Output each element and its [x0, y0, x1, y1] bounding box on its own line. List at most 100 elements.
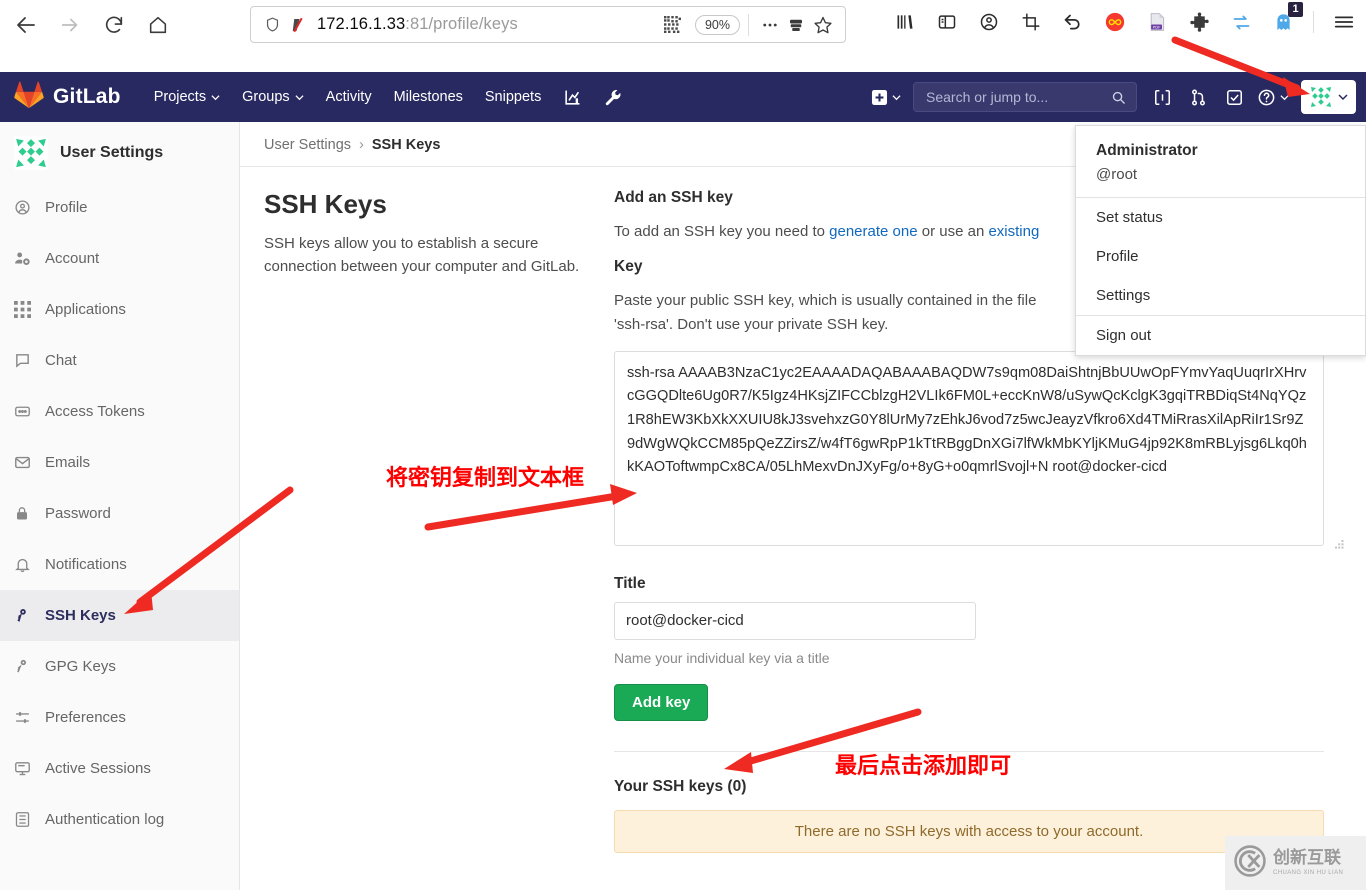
dropdown-sign-out[interactable]: Sign out	[1076, 316, 1365, 355]
nav-milestones[interactable]: Milestones	[383, 83, 474, 111]
issues-icon[interactable]	[1145, 80, 1179, 114]
infinity-icon[interactable]	[1095, 2, 1135, 42]
forward-arrow-icon[interactable]	[50, 5, 90, 45]
pdf-icon[interactable]: PDF	[1137, 2, 1177, 42]
sidebar-item-label: Authentication log	[45, 811, 165, 828]
library-icon[interactable]	[885, 2, 925, 42]
account-gear-icon	[13, 250, 31, 267]
user-dropdown-menu: Administrator @root Set status Profile S…	[1075, 125, 1366, 356]
star-icon[interactable]	[809, 11, 837, 39]
chevron-down-icon	[295, 94, 304, 100]
breadcrumb-parent[interactable]: User Settings	[264, 137, 351, 153]
undo-icon[interactable]	[1053, 2, 1093, 42]
todos-check-icon[interactable]	[1217, 80, 1251, 114]
sidebar-header[interactable]: User Settings	[0, 122, 239, 182]
sidebar-item-profile[interactable]: Profile	[0, 182, 239, 233]
puzzle-icon[interactable]	[1179, 2, 1219, 42]
breadcrumb-separator-icon: ›	[359, 137, 364, 153]
textarea-resize-grip[interactable]	[1335, 537, 1345, 549]
user-identicon-avatar	[1309, 85, 1333, 109]
reload-icon[interactable]	[94, 5, 134, 45]
dropdown-set-status[interactable]: Set status	[1076, 198, 1365, 237]
create-new-button[interactable]	[866, 88, 905, 107]
annotation-copy-key-to-textbox: 将密钥复制到文本框	[386, 466, 585, 491]
sidebar-item-label: Preferences	[45, 709, 126, 726]
dropdown-settings[interactable]: Settings	[1076, 276, 1365, 315]
watermark-text: 创新互联 CHUANG XIN HU LIAN	[1273, 850, 1343, 877]
dropdown-profile[interactable]: Profile	[1076, 237, 1365, 276]
ghost-icon[interactable]: 1	[1263, 2, 1303, 42]
back-arrow-icon[interactable]	[6, 5, 46, 45]
nav-groups[interactable]: Groups	[231, 83, 315, 111]
sidebar-item-preferences[interactable]: Preferences	[0, 692, 239, 743]
wrench-icon[interactable]	[593, 82, 634, 113]
home-icon[interactable]	[138, 5, 178, 45]
chevron-down-icon	[1338, 94, 1348, 101]
sidebar-item-emails[interactable]: Emails	[0, 437, 239, 488]
browser-toolbar-right: PDF 1	[885, 2, 1364, 42]
sidebar-item-access-tokens[interactable]: Access Tokens	[0, 386, 239, 437]
chevron-down-icon	[1280, 94, 1289, 100]
gitlab-navbar: GitLab Projects Groups Activity Mileston…	[0, 72, 1366, 122]
analytics-chart-icon[interactable]	[552, 82, 593, 113]
sidebar-item-notifications[interactable]: Notifications	[0, 539, 239, 590]
sidebar-item-authentication-log[interactable]: Authentication log	[0, 794, 239, 845]
sidebar-item-label: Account	[45, 250, 100, 267]
merge-request-icon[interactable]	[1181, 80, 1215, 114]
key-icon	[13, 607, 31, 624]
account-icon[interactable]	[969, 2, 1009, 42]
page-description: SSH keys allow you to establish a secure…	[264, 235, 580, 276]
user-circle-icon	[13, 199, 31, 216]
magnifier-icon	[1112, 91, 1125, 104]
sidebar-item-label: Access Tokens	[45, 403, 145, 420]
zoom-level-badge[interactable]: 90%	[694, 14, 740, 35]
nav-snippets[interactable]: Snippets	[474, 83, 552, 111]
ellipsis-icon[interactable]	[757, 12, 783, 38]
ghost-icon-badge: 1	[1288, 2, 1303, 17]
sidebar-item-label: Applications	[45, 301, 126, 318]
sidebar-icon[interactable]	[927, 2, 967, 42]
url-path: :81/profile/keys	[405, 15, 518, 33]
title-help-text: Name your individual key via a title	[614, 649, 830, 666]
breadcrumb-current: SSH Keys	[371, 137, 441, 153]
sidebar-item-label: SSH Keys	[45, 607, 116, 624]
sidebar-item-gpg-keys[interactable]: GPG Keys	[0, 641, 239, 692]
add-key-button[interactable]: Add key	[614, 683, 709, 721]
svg-text:PDF: PDF	[1153, 24, 1160, 29]
sidebar-item-password[interactable]: Password	[0, 488, 239, 539]
hamburger-menu-icon[interactable]	[1324, 2, 1364, 42]
sidebar-item-active-sessions[interactable]: Active Sessions	[0, 743, 239, 794]
sidebar-item-chat[interactable]: Chat	[0, 335, 239, 386]
ssh-key-textarea[interactable]	[614, 350, 1324, 546]
gitlab-main-menu: Projects Groups Activity Milestones Snip…	[143, 82, 635, 113]
gitlab-home-link[interactable]: GitLab	[0, 81, 121, 114]
nav-activity[interactable]: Activity	[315, 83, 383, 111]
chat-bubble-icon	[13, 352, 31, 369]
save-to-device-icon[interactable]	[783, 12, 809, 38]
help-button[interactable]	[1253, 80, 1293, 114]
nav-projects[interactable]: Projects	[143, 83, 231, 111]
sidebar-item-ssh-keys[interactable]: SSH Keys	[0, 590, 239, 641]
sliders-icon	[13, 709, 31, 726]
dropdown-user-handle: @root	[1096, 166, 1138, 183]
search-input[interactable]	[924, 88, 1111, 106]
existing-link[interactable]: existing	[988, 223, 1039, 240]
toolbar-divider	[1313, 11, 1314, 33]
sidebar-item-applications[interactable]: Applications	[0, 284, 239, 335]
intro-mid: or use an	[917, 223, 989, 240]
sidebar-item-account[interactable]: Account	[0, 233, 239, 284]
url-bar[interactable]: 172.16.1.33:81/profile/keys 90%	[250, 6, 846, 43]
qr-code-icon[interactable]	[659, 11, 687, 39]
chevron-down-icon	[211, 94, 220, 100]
shield-icon[interactable]	[259, 12, 285, 38]
search-box[interactable]	[913, 82, 1137, 112]
screenshot-icon[interactable]	[1011, 2, 1051, 42]
sidebar-item-label: Emails	[45, 454, 91, 471]
tracking-protection-off-icon[interactable]	[285, 12, 311, 38]
sync-icon[interactable]	[1221, 2, 1261, 42]
title-input[interactable]	[614, 601, 976, 640]
generate-one-link[interactable]: generate one	[829, 223, 917, 240]
user-menu-button[interactable]	[1301, 80, 1356, 114]
sidebar-title: User Settings	[60, 144, 164, 161]
url-text[interactable]: 172.16.1.33:81/profile/keys	[311, 15, 659, 34]
